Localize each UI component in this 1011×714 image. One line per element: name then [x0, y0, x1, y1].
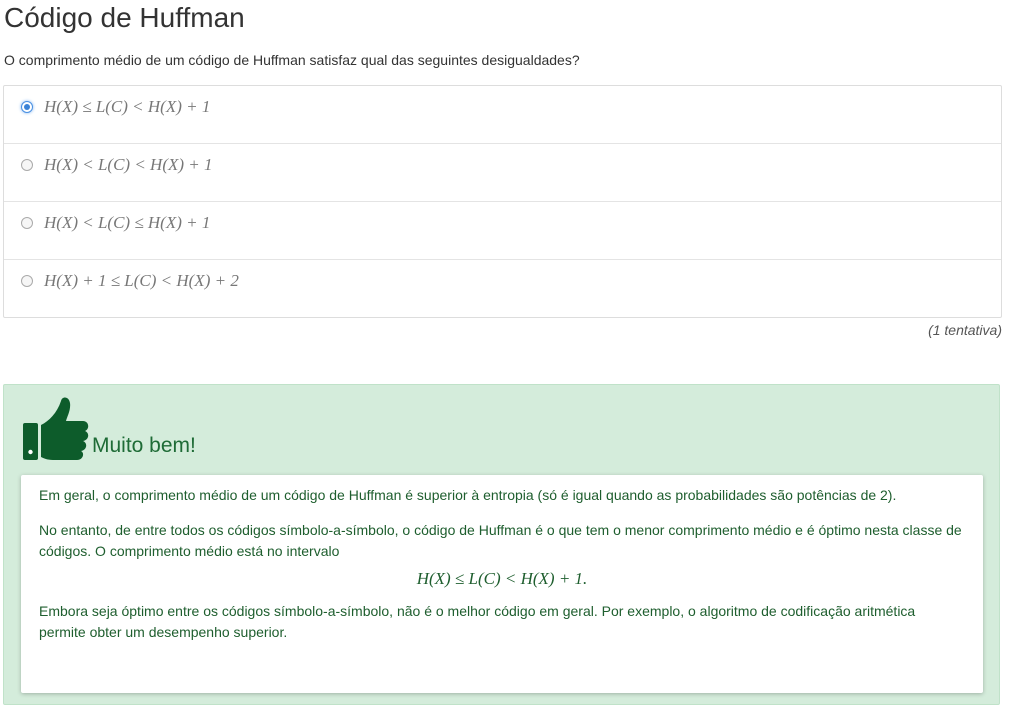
- option-label: H(X) < L(C) ≤ H(X) + 1: [44, 213, 211, 232]
- answer-option-4[interactable]: H(X) + 1 ≤ L(C) < H(X) + 2: [4, 259, 1001, 317]
- answer-options: H(X) ≤ L(C) < H(X) + 1 H(X) < L(C) < H(X…: [3, 85, 1002, 318]
- option-label: H(X) + 1 ≤ L(C) < H(X) + 2: [44, 271, 239, 290]
- answer-option-2[interactable]: H(X) < L(C) < H(X) + 1: [4, 143, 1001, 201]
- feedback-formula: H(X) ≤ L(C) < H(X) + 1.: [416, 569, 588, 588]
- answer-option-1[interactable]: H(X) ≤ L(C) < H(X) + 1: [4, 86, 1001, 143]
- feedback-paragraph: Embora seja óptimo entre os códigos símb…: [39, 603, 916, 640]
- radio-button[interactable]: [21, 275, 33, 287]
- answer-option-3[interactable]: H(X) < L(C) ≤ H(X) + 1: [4, 201, 1001, 259]
- attempt-count: (1 tentativa): [928, 322, 1002, 338]
- page-title: Código de Huffman: [4, 2, 245, 33]
- feedback-panel: Muito bem! Em geral, o comprimento médio…: [3, 384, 1000, 705]
- feedback-paragraph: No entanto, de entre todos os códigos sí…: [39, 522, 962, 559]
- option-label: H(X) ≤ L(C) < H(X) + 1: [44, 97, 211, 116]
- quiz-page: Código de Huffman O comprimento médio de…: [0, 0, 1011, 714]
- feedback-card: Em geral, o comprimento médio de um códi…: [21, 475, 983, 693]
- feedback-title: Muito bem!: [92, 434, 196, 457]
- question-text: O comprimento médio de um código de Huff…: [4, 52, 580, 68]
- radio-button[interactable]: [21, 217, 33, 229]
- option-label: H(X) < L(C) < H(X) + 1: [44, 155, 213, 174]
- radio-button-selected[interactable]: [21, 101, 33, 113]
- thumbs-up-icon: [23, 397, 89, 460]
- radio-button[interactable]: [21, 159, 33, 171]
- feedback-paragraph: Em geral, o comprimento médio de um códi…: [39, 487, 897, 503]
